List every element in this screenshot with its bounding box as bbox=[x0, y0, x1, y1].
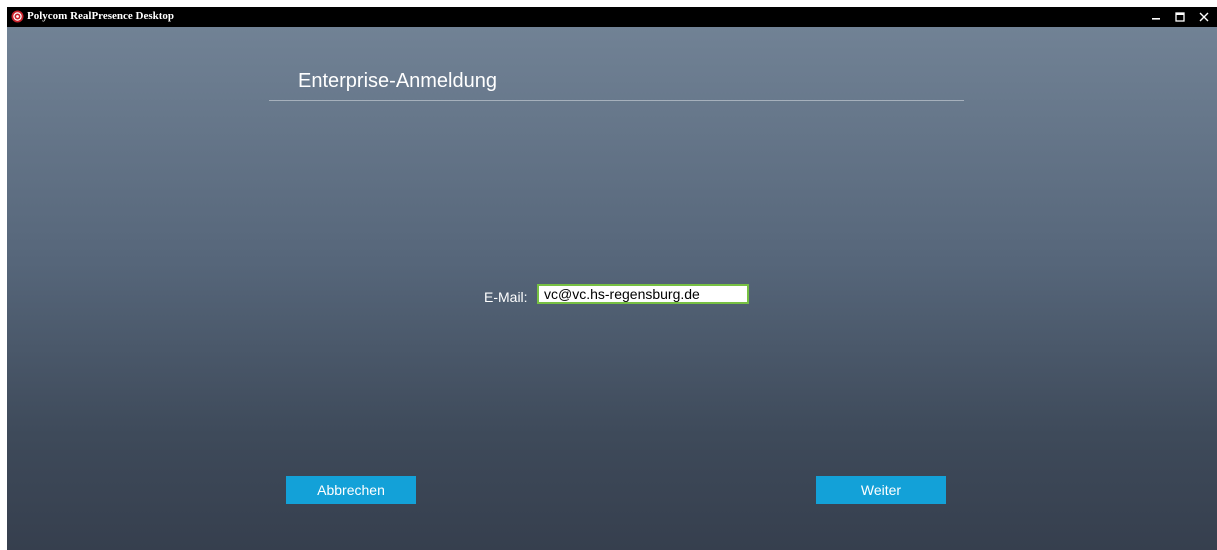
next-button-label: Weiter bbox=[860, 482, 902, 498]
close-button[interactable] bbox=[1193, 7, 1215, 27]
title-divider bbox=[269, 100, 964, 101]
email-input[interactable] bbox=[537, 284, 749, 304]
polycom-logo-icon bbox=[11, 10, 24, 23]
app-window: Polycom RealPresence Desktop Enterprise-… bbox=[7, 7, 1217, 550]
close-icon bbox=[1199, 12, 1209, 22]
window-title: Polycom RealPresence Desktop bbox=[27, 10, 175, 22]
email-label: E-Mail: bbox=[484, 289, 528, 305]
cancel-button-label: Abbrechen bbox=[317, 482, 385, 498]
minimize-icon bbox=[1152, 18, 1160, 20]
maximize-button[interactable] bbox=[1169, 7, 1191, 27]
next-button[interactable]: Weiter bbox=[816, 476, 946, 504]
minimize-button[interactable] bbox=[1145, 7, 1167, 27]
page-title: Enterprise-Anmeldung bbox=[298, 70, 497, 92]
title-bar[interactable]: Polycom RealPresence Desktop bbox=[7, 7, 1217, 27]
cancel-button[interactable]: Abbrechen bbox=[286, 476, 416, 504]
login-panel: Enterprise-Anmeldung E-Mail: Abbrechen W… bbox=[7, 27, 1217, 550]
maximize-icon bbox=[1175, 12, 1185, 22]
